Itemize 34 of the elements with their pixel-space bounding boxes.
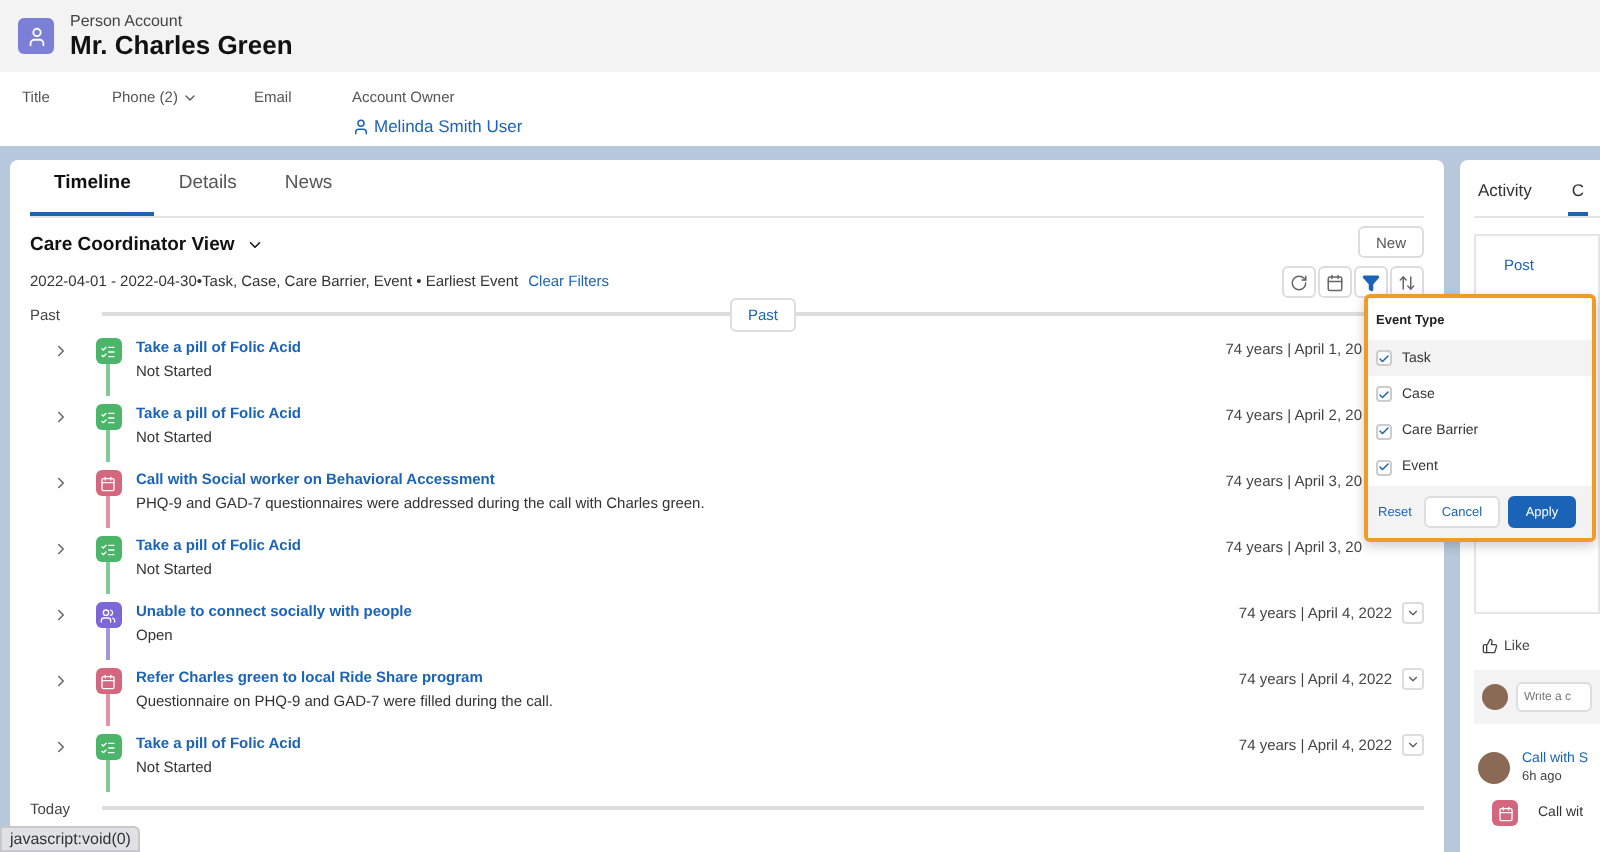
avatar [1478,752,1510,784]
row-menu-button[interactable] [1402,602,1424,624]
tab[interactable]: Details [154,164,261,216]
calendar-button[interactable] [1318,266,1352,298]
caret-icon [246,236,265,254]
refresh-button[interactable] [1282,266,1316,298]
user-icon [352,117,370,135]
tab[interactable]: C [1567,180,1589,216]
caret-icon [1406,738,1420,752]
filter-icon [1362,273,1380,291]
refresh-icon [1290,273,1308,291]
view-selector[interactable]: Care Coordinator View [30,234,610,256]
owner-link[interactable]: Melinda Smith User [374,116,523,136]
filter-button[interactable] [1354,266,1388,298]
caret-icon [1406,606,1420,620]
person-account-icon [18,18,54,54]
row-menu-button[interactable] [1402,668,1424,690]
caret-icon [1406,672,1420,686]
object-label: Person Account [70,12,185,30]
calendar-icon [1492,800,1518,826]
calendar-icon [1326,273,1344,291]
status-url: javascript:void(0) [0,826,141,852]
avatar [1482,684,1508,710]
checkbox[interactable] [1376,386,1392,403]
sort-icon [1398,273,1416,291]
thumbs-up-icon [1482,638,1498,654]
checkbox[interactable] [1376,423,1392,440]
tab[interactable]: Activity [1474,180,1536,216]
tab[interactable]: Timeline [30,164,155,216]
record-name: Mr. Charles Green [70,30,293,60]
row-menu-button[interactable] [1402,734,1424,756]
checkbox[interactable] [1376,350,1392,367]
tab[interactable]: News [260,164,357,216]
checkbox[interactable] [1376,459,1392,476]
